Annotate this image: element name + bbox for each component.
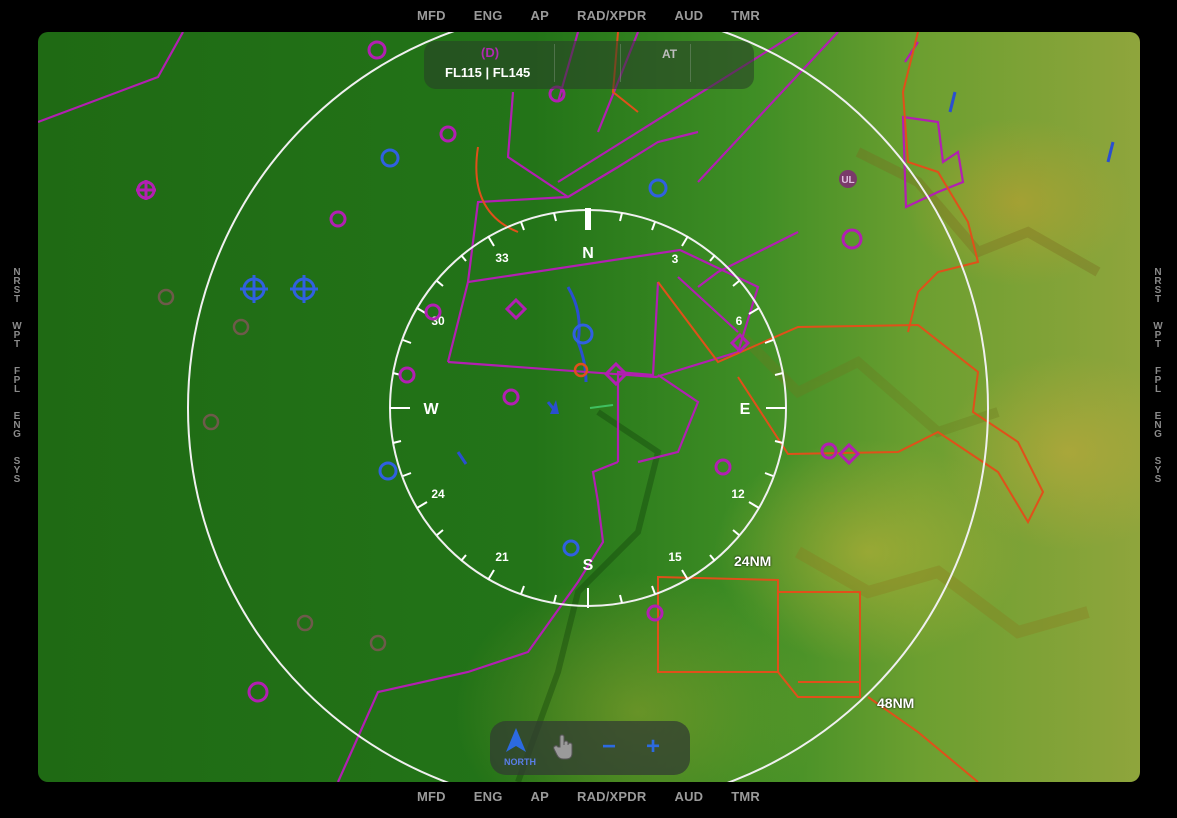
letter: G — [1154, 429, 1162, 440]
zoom-in-button[interactable]: + — [638, 731, 668, 763]
inner-range-label: 24NM — [734, 553, 772, 569]
compass-east: E — [740, 401, 751, 418]
airport-ul-label: UL — [841, 175, 854, 186]
compass-21: 21 — [495, 550, 509, 564]
letter: T — [13, 294, 21, 305]
sidebar-left-wpt[interactable]: WPT — [12, 322, 21, 350]
compass-24: 24 — [431, 487, 445, 501]
sidebar-right-nrst[interactable]: NRST — [1154, 268, 1162, 305]
sidebar-right-eng[interactable]: ENG — [1154, 412, 1162, 440]
north-up-button[interactable] — [504, 727, 540, 757]
tab-aud[interactable]: AUD — [660, 789, 717, 804]
tab-ap[interactable]: AP — [517, 8, 563, 23]
tab-eng[interactable]: ENG — [460, 789, 517, 804]
letter: T — [1154, 294, 1162, 305]
sidebar-left-fpl[interactable]: FPL — [13, 367, 21, 395]
sidebar-left-eng[interactable]: ENG — [13, 412, 21, 440]
heading-bug — [585, 208, 591, 230]
tab-aud[interactable]: AUD — [660, 8, 717, 23]
tab-mfd[interactable]: MFD — [403, 8, 460, 23]
divider — [690, 44, 691, 82]
divider — [620, 44, 621, 82]
letter: S — [1154, 474, 1162, 485]
compass-33: 33 — [495, 251, 509, 265]
map-toolbar: NORTH − + — [490, 721, 690, 775]
tab-tmr[interactable]: TMR — [717, 8, 774, 23]
letter: L — [13, 384, 21, 395]
pan-button[interactable] — [552, 733, 582, 765]
compass-north: N — [582, 245, 594, 262]
sidebar-right-wpt[interactable]: WPT — [1153, 322, 1162, 350]
hand-icon — [553, 734, 573, 760]
letter: T — [13, 339, 21, 350]
sidebar-left-sys[interactable]: SYS — [13, 457, 21, 485]
letter: T — [1154, 339, 1162, 350]
tab-rad-xpdr[interactable]: RAD/XPDR — [563, 8, 661, 23]
compass-3: 3 — [672, 252, 679, 266]
outer-range-ring — [187, 32, 989, 782]
tab-eng[interactable]: ENG — [460, 8, 517, 23]
airport-markers-magenta — [136, 40, 863, 703]
at-label: AT — [662, 47, 678, 61]
airspace-boundaries — [38, 32, 965, 782]
north-label: NORTH — [504, 757, 536, 767]
tab-rad-xpdr[interactable]: RAD/XPDR — [563, 789, 661, 804]
north-arrow-icon — [506, 728, 526, 752]
compass-south: S — [583, 557, 594, 574]
letter: L — [1154, 384, 1162, 395]
top-tab-bar: MFD ENG AP RAD/XPDR AUD TMR — [0, 0, 1177, 30]
outer-range-label: 48NM — [877, 695, 915, 711]
sidebar-right-sys[interactable]: SYS — [1154, 457, 1162, 485]
zoom-out-button[interactable]: − — [594, 731, 624, 763]
divider — [554, 44, 555, 82]
inner-range-ring — [389, 209, 787, 607]
sidebar-left-nrst[interactable]: NRST — [13, 268, 21, 305]
left-sidebar: NRST WPT FPL ENG SYS — [7, 268, 27, 485]
airspace-class-label: (D) — [481, 45, 500, 60]
compass-12: 12 — [731, 487, 745, 501]
moving-map[interactable]: N E S W 3 6 12 15 21 24 30 33 UL (D) FL1… — [38, 32, 1140, 782]
compass-6: 6 — [736, 314, 743, 328]
right-sidebar: NRST WPT FPL ENG SYS — [1148, 268, 1168, 485]
tab-ap[interactable]: AP — [517, 789, 563, 804]
tab-mfd[interactable]: MFD — [403, 789, 460, 804]
tab-tmr[interactable]: TMR — [717, 789, 774, 804]
compass-west: W — [423, 401, 439, 418]
sidebar-right-fpl[interactable]: FPL — [1154, 367, 1162, 395]
ownship-icon — [550, 400, 614, 414]
compass-labels: N E S W 3 6 12 15 21 24 30 33 — [423, 245, 750, 574]
bottom-tab-bar: MFD ENG AP RAD/XPDR AUD TMR — [0, 781, 1177, 811]
letter: S — [13, 474, 21, 485]
map-overlay: N E S W 3 6 12 15 21 24 30 33 UL — [38, 32, 1115, 782]
flight-levels-label: FL115 | FL145 — [445, 65, 531, 80]
letter: G — [13, 429, 21, 440]
compass-15: 15 — [668, 550, 682, 564]
